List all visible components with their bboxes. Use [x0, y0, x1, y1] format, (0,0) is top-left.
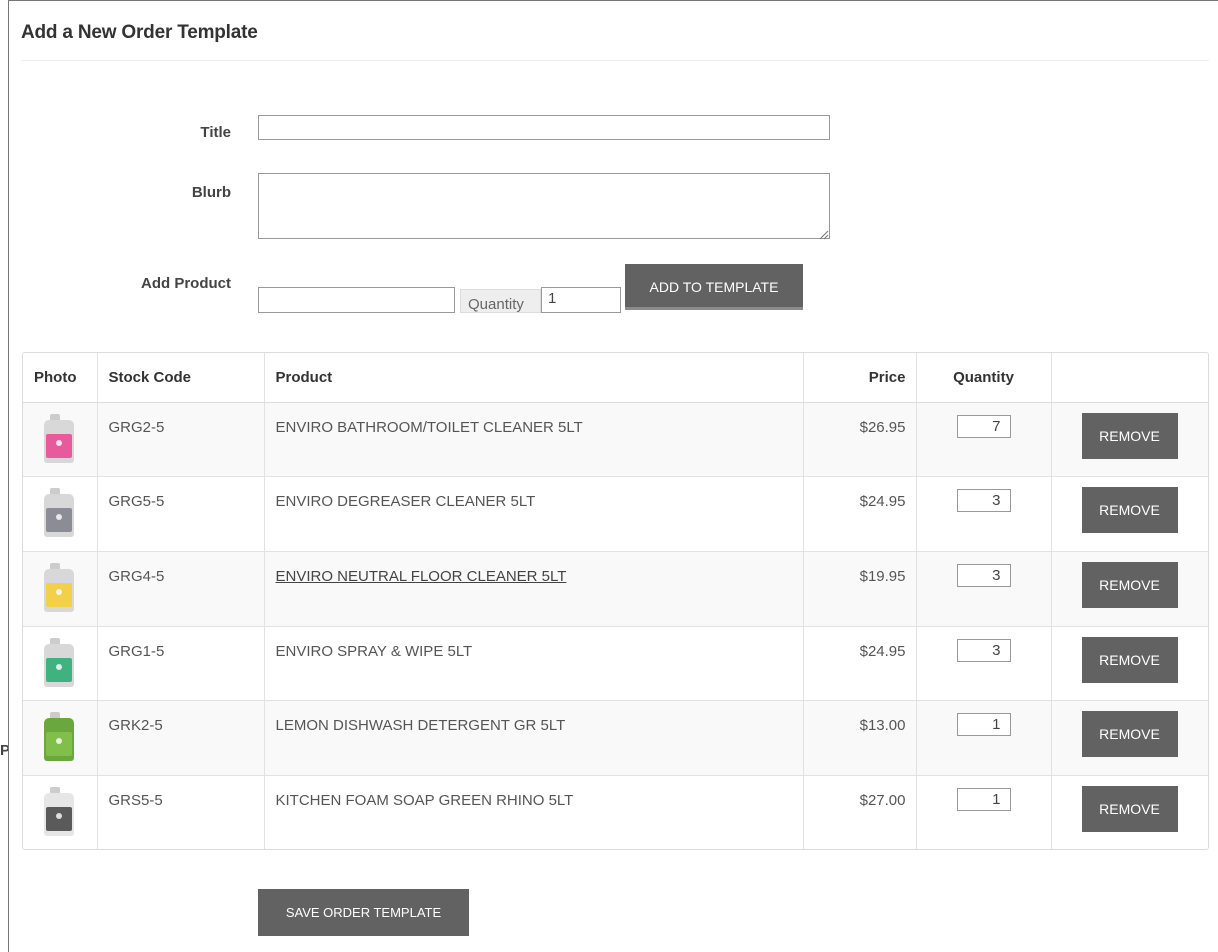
remove-button[interactable]: REMOVE: [1081, 636, 1178, 683]
product-name: ENVIRO DEGREASER CLEANER 5LT: [264, 476, 804, 552]
product-name: KITCHEN FOAM SOAP GREEN RHINO 5LT: [264, 774, 804, 849]
stock-code: GRK2-5: [97, 700, 265, 776]
title-input[interactable]: [258, 115, 830, 140]
quantity-input[interactable]: 7: [956, 414, 1011, 438]
table-row: GRG4-5 ENVIRO NEUTRAL FLOOR CLEANER 5LT …: [23, 550, 1208, 627]
column-header-stock-code: Stock Code: [97, 353, 265, 403]
table-row: GRG1-5 ENVIRO SPRAY & WIPE 5LT $24.95 3 …: [23, 625, 1208, 701]
column-header-product: Product: [264, 353, 804, 403]
quantity-input[interactable]: 3: [956, 563, 1011, 587]
quantity-input[interactable]: 3: [956, 638, 1011, 662]
table-header-row: Photo Stock Code Product Price Quantity: [23, 353, 1208, 403]
product-photo: [23, 774, 98, 849]
white-foam-soap-jug-icon: [35, 786, 81, 839]
actions-cell: REMOVE: [1051, 625, 1208, 701]
product-price: $24.95: [803, 476, 917, 552]
stock-code: GRS5-5: [97, 774, 265, 849]
remove-button[interactable]: REMOVE: [1081, 785, 1178, 832]
column-header-photo: Photo: [23, 353, 98, 403]
product-name-link[interactable]: ENVIRO NEUTRAL FLOOR CLEANER 5LT: [276, 568, 567, 585]
actions-cell: REMOVE: [1051, 401, 1208, 477]
yellow-floor-cleaner-jug-icon: [35, 562, 81, 615]
column-header-quantity: Quantity: [916, 353, 1052, 403]
remove-button[interactable]: REMOVE: [1081, 412, 1178, 459]
quantity-cell: 3: [916, 476, 1052, 552]
add-product-label: Add Product: [141, 275, 231, 292]
stock-code: GRG2-5: [97, 401, 265, 477]
stock-code: GRG4-5: [97, 550, 265, 627]
pink-cleaner-jug-icon: [35, 413, 81, 466]
add-product-input[interactable]: [258, 287, 455, 313]
quantity-input[interactable]: 1: [956, 713, 1011, 737]
add-quantity-input[interactable]: 1: [541, 287, 621, 313]
quantity-cell: 1: [916, 700, 1052, 776]
product-photo: [23, 476, 98, 552]
actions-cell: REMOVE: [1051, 476, 1208, 552]
save-order-template-button[interactable]: SAVE ORDER TEMPLATE: [258, 889, 469, 936]
product-name: ENVIRO BATHROOM/TOILET CLEANER 5LT: [264, 401, 804, 477]
product-photo: [23, 700, 98, 776]
quantity-cell: 1: [916, 774, 1052, 849]
actions-cell: REMOVE: [1051, 774, 1208, 849]
quantity-cell: 3: [916, 625, 1052, 701]
product-photo: [23, 625, 98, 701]
product-photo: [23, 401, 98, 477]
product-price: $24.95: [803, 625, 917, 701]
table-row: GRG2-5 ENVIRO BATHROOM/TOILET CLEANER 5L…: [23, 401, 1208, 477]
quantity-cell: 3: [916, 550, 1052, 627]
stock-code: GRG1-5: [97, 625, 265, 701]
grey-degreaser-jug-icon: [35, 488, 81, 540]
title-divider: [21, 60, 1209, 61]
blurb-label: Blurb: [191, 184, 231, 201]
table-row: GRK2-5 LEMON DISHWASH DETERGENT GR 5LT $…: [23, 700, 1208, 776]
product-name: ENVIRO SPRAY & WIPE 5LT: [264, 625, 804, 701]
green-spray-wipe-jug-icon: [35, 637, 81, 690]
remove-button[interactable]: REMOVE: [1081, 711, 1178, 758]
product-photo: [23, 550, 98, 627]
product-price: $26.95: [803, 401, 917, 477]
quantity-addon-label: Quantity: [460, 289, 541, 313]
remove-button[interactable]: REMOVE: [1081, 561, 1178, 608]
product-name-cell: ENVIRO NEUTRAL FLOOR CLEANER 5LT: [264, 550, 804, 627]
page-title: Add a New Order Template: [21, 22, 258, 43]
table-row: GRS5-5 KITCHEN FOAM SOAP GREEN RHINO 5LT…: [23, 774, 1208, 849]
product-name: LEMON DISHWASH DETERGENT GR 5LT: [264, 700, 804, 776]
quantity-input[interactable]: 1: [956, 787, 1011, 811]
product-price: $27.00: [803, 774, 917, 849]
lime-dishwash-jug-icon: [35, 712, 81, 764]
remove-button[interactable]: REMOVE: [1081, 487, 1178, 534]
column-header-price: Price: [803, 353, 917, 403]
column-header-actions: [1051, 353, 1208, 403]
resize-grip-icon[interactable]: [818, 227, 829, 240]
stock-code: GRG5-5: [97, 476, 265, 552]
add-to-template-button[interactable]: ADD TO TEMPLATE: [625, 264, 803, 310]
template-products-table: Photo Stock Code Product Price Quantity …: [22, 352, 1209, 850]
product-price: $19.95: [803, 550, 917, 627]
quantity-cell: 7: [916, 401, 1052, 477]
quantity-input[interactable]: 3: [956, 489, 1011, 513]
product-price: $13.00: [803, 700, 917, 776]
table-row: GRG5-5 ENVIRO DEGREASER CLEANER 5LT $24.…: [23, 476, 1208, 552]
actions-cell: REMOVE: [1051, 700, 1208, 776]
blurb-textarea[interactable]: [258, 173, 830, 239]
title-label: Title: [200, 124, 231, 141]
actions-cell: REMOVE: [1051, 550, 1208, 627]
